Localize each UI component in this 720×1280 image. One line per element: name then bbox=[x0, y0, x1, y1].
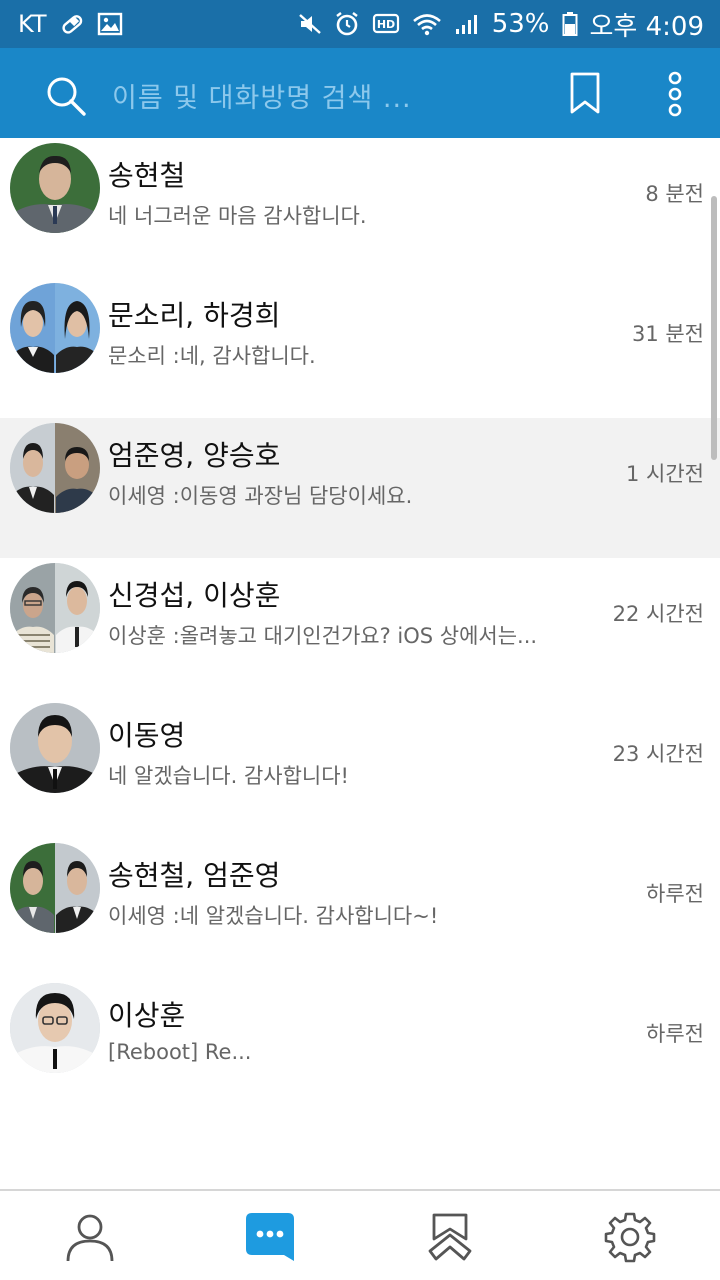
battery-icon bbox=[562, 11, 578, 37]
bottom-nav bbox=[0, 1189, 720, 1280]
gear-icon[interactable] bbox=[600, 1209, 660, 1265]
signal-icon bbox=[454, 12, 480, 36]
bookmarks-icon[interactable] bbox=[420, 1209, 480, 1265]
chat-time: 하루전 bbox=[646, 1022, 704, 1046]
search-icon[interactable] bbox=[44, 74, 88, 118]
chat-bubble-icon[interactable] bbox=[240, 1209, 300, 1265]
avatar bbox=[10, 143, 100, 233]
clock: 오후 4:09 bbox=[589, 11, 705, 42]
svg-text:HD: HD bbox=[377, 18, 395, 31]
bookmark-icon[interactable] bbox=[568, 70, 602, 118]
more-vert-icon[interactable] bbox=[662, 70, 688, 118]
chat-name: 이동영 bbox=[108, 719, 186, 752]
chat-row[interactable]: 신경섭, 이상훈 이상훈 :올려놓고 대기인건가요? iOS 상에서는... 2… bbox=[0, 558, 720, 698]
avatar bbox=[10, 843, 100, 933]
chat-list: 송현철 네 너그러운 마음 감사합니다. 8 분전 문소리, 하경희 문소리 :… bbox=[0, 138, 720, 1118]
chat-name: 문소리, 하경희 bbox=[108, 299, 281, 332]
avatar bbox=[10, 703, 100, 793]
chat-name: 신경섭, 이상훈 bbox=[108, 579, 281, 612]
chat-time: 31 분전 bbox=[631, 322, 704, 346]
chat-time: 8 분전 bbox=[645, 182, 704, 206]
status-left: KT bbox=[18, 10, 123, 38]
chat-row[interactable]: 송현철, 엄준영 이세영 :네 알겠습니다. 감사합니다~! 하루전 bbox=[0, 838, 720, 978]
chat-preview: 이상훈 :올려놓고 대기인건가요? iOS 상에서는... bbox=[108, 624, 538, 648]
chat-preview: 이세영 :이동영 과장님 담당이세요. bbox=[108, 484, 413, 508]
avatar bbox=[10, 563, 100, 653]
wifi-icon bbox=[412, 12, 442, 36]
mute-icon bbox=[298, 12, 322, 36]
avatar bbox=[10, 423, 100, 513]
chat-preview: 네 알겠습니다. 감사합니다! bbox=[108, 764, 349, 788]
chat-time: 1 시간전 bbox=[626, 462, 704, 486]
status-bar: KT HD 53% 오후 4:09 bbox=[0, 0, 720, 48]
app-header: 이름 및 대화방명 검색 ... bbox=[0, 48, 720, 138]
alarm-icon bbox=[334, 11, 360, 37]
battery-percent: 53% bbox=[491, 9, 550, 39]
chat-name: 송현철 bbox=[108, 159, 186, 192]
image-icon bbox=[97, 12, 123, 36]
avatar bbox=[10, 983, 100, 1073]
chat-preview: 이세영 :네 알겠습니다. 감사합니다~! bbox=[108, 904, 439, 928]
chat-name: 송현철, 엄준영 bbox=[108, 859, 281, 892]
chat-preview: 네 너그러운 마음 감사합니다. bbox=[108, 204, 367, 228]
chat-name: 엄준영, 양승호 bbox=[108, 439, 281, 472]
scrollbar[interactable] bbox=[711, 196, 717, 460]
person-icon[interactable] bbox=[60, 1209, 120, 1265]
chat-row[interactable]: 송현철 네 너그러운 마음 감사합니다. 8 분전 bbox=[0, 138, 720, 278]
chat-time: 하루전 bbox=[646, 882, 704, 906]
chat-time: 22 시간전 bbox=[612, 602, 704, 626]
chat-row[interactable]: 문소리, 하경희 문소리 :네, 감사합니다. 31 분전 bbox=[0, 278, 720, 418]
chat-preview: [Reboot] Re... bbox=[108, 1040, 252, 1064]
pill-icon bbox=[59, 11, 85, 37]
chat-time: 23 시간전 bbox=[612, 742, 704, 766]
chat-preview: 문소리 :네, 감사합니다. bbox=[108, 344, 316, 368]
carrier-label: KT bbox=[18, 10, 47, 38]
chat-name: 이상훈 bbox=[108, 999, 186, 1032]
status-right: HD 53% 오후 4:09 bbox=[298, 6, 704, 43]
search-input[interactable]: 이름 및 대화방명 검색 ... bbox=[112, 76, 412, 115]
avatar bbox=[10, 283, 100, 373]
chat-row[interactable]: 이동영 네 알겠습니다. 감사합니다! 23 시간전 bbox=[0, 698, 720, 838]
hd-icon: HD bbox=[372, 12, 400, 36]
chat-row[interactable]: 엄준영, 양승호 이세영 :이동영 과장님 담당이세요. 1 시간전 bbox=[0, 418, 720, 558]
chat-row[interactable]: 이상훈 [Reboot] Re... 하루전 bbox=[0, 978, 720, 1118]
